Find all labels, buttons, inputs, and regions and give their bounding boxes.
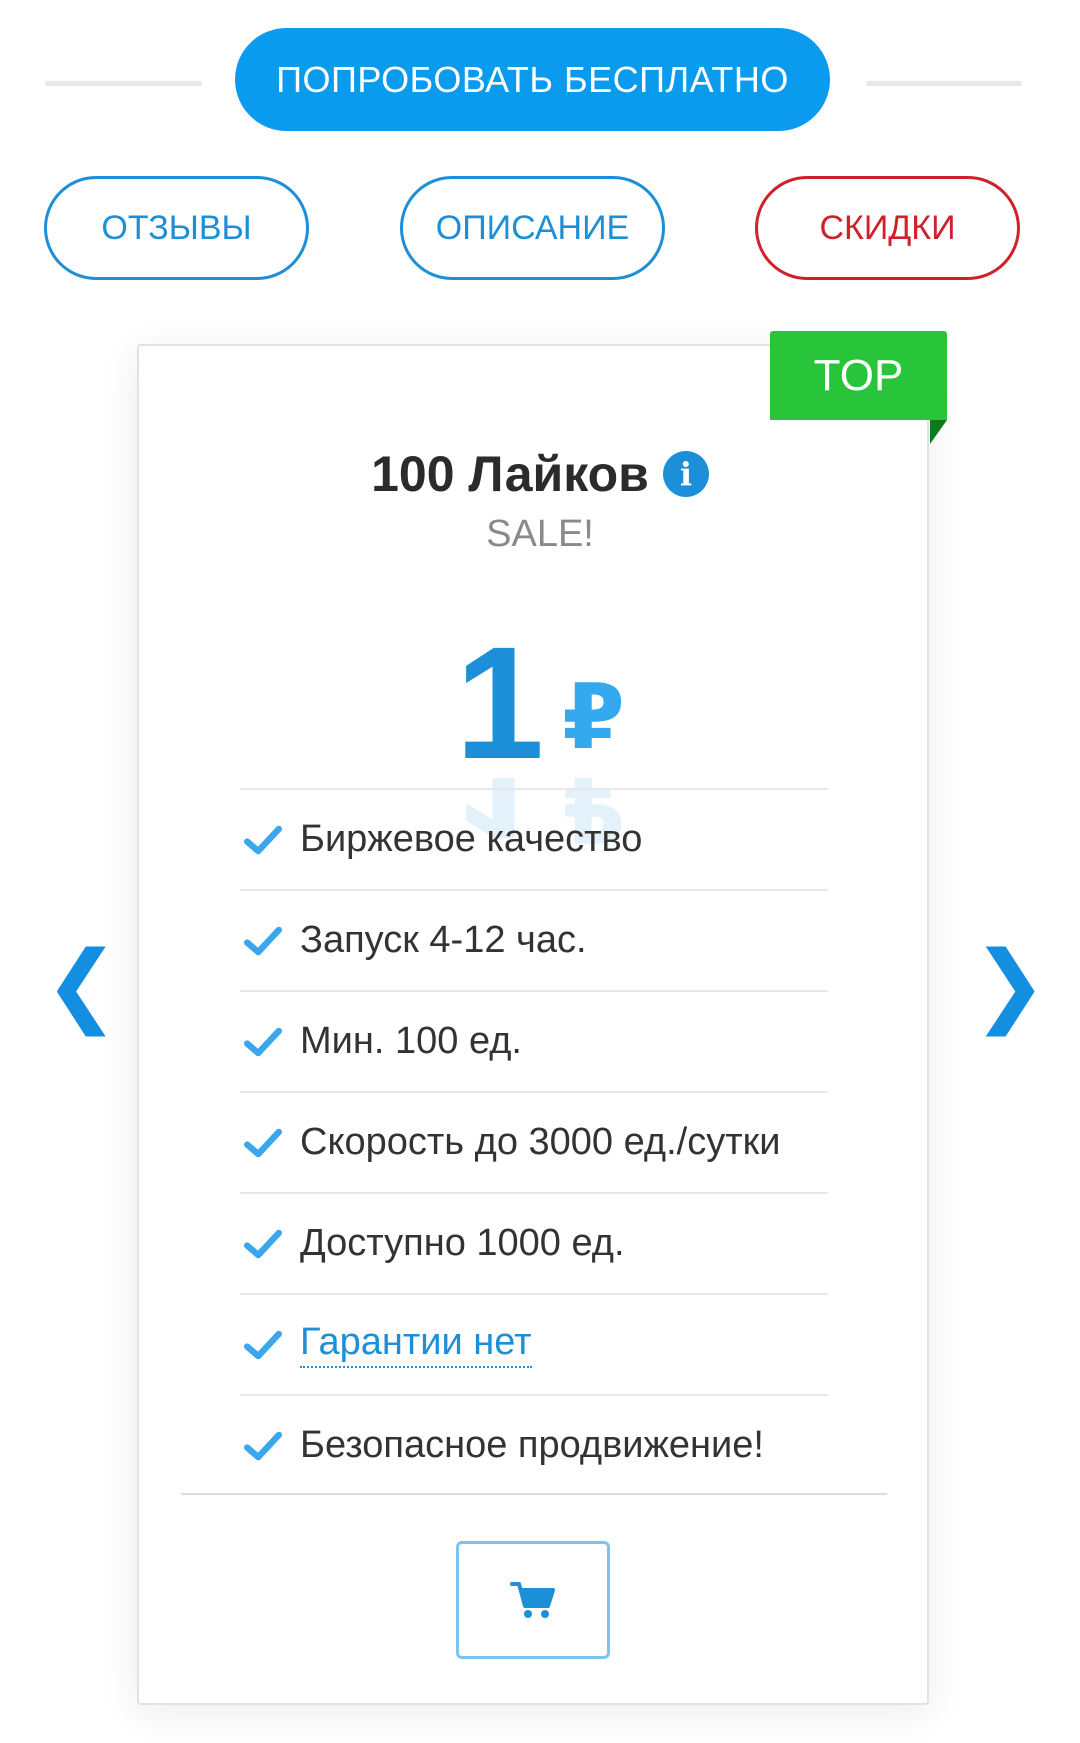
feature-text: Доступно 1000 ед. <box>300 1222 625 1264</box>
feature-text: Мин. 100 ед. <box>300 1020 522 1062</box>
feature-list: Биржевое качество Запуск 4-12 час. Мин. … <box>240 788 828 1495</box>
price-value: 1 <box>455 613 545 792</box>
cart-icon <box>510 1582 555 1618</box>
checkmark-icon <box>244 1330 282 1359</box>
card-header: 100 Лайков i <box>0 445 1080 503</box>
list-item: Биржевое качество <box>240 788 828 889</box>
currency-symbol: ₽ <box>562 668 625 768</box>
divider-left <box>45 81 202 86</box>
feature-text: Биржевое качество <box>300 818 643 860</box>
checkmark-icon <box>244 825 282 854</box>
card-divider <box>181 1493 887 1495</box>
feature-text: Безопасное продвижение! <box>300 1424 764 1466</box>
top-badge: TOP <box>770 331 947 420</box>
list-item: Мин. 100 ед. <box>240 990 828 1091</box>
ribbon-fold <box>930 420 947 444</box>
list-item: Скорость до 3000 ед./сутки <box>240 1091 828 1192</box>
discounts-button[interactable]: СКИДКИ <box>755 176 1020 280</box>
checkmark-icon <box>244 1128 282 1157</box>
divider-right <box>866 81 1022 86</box>
price: 1 ₽ 1 ₽ <box>0 578 1080 859</box>
reviews-button[interactable]: ОТЗЫВЫ <box>44 176 309 280</box>
checkmark-icon <box>244 1027 282 1056</box>
try-free-button[interactable]: ПОПРОБОВАТЬ БЕСПЛАТНО <box>235 28 830 131</box>
chevron-right-icon[interactable]: ❯ <box>972 940 1047 1030</box>
description-button[interactable]: ОПИСАНИЕ <box>400 176 665 280</box>
sale-label: SALE! <box>486 513 594 555</box>
checkmark-icon <box>244 1229 282 1258</box>
list-item: Запуск 4-12 час. <box>240 889 828 990</box>
page: ПОПРОБОВАТЬ БЕСПЛАТНО ОТЗЫВЫ ОПИСАНИЕ СК… <box>0 0 1080 1743</box>
guarantee-link[interactable]: Гарантии нет <box>300 1321 532 1368</box>
feature-text: Запуск 4-12 час. <box>300 919 587 961</box>
card-title: 100 Лайков <box>371 446 649 502</box>
checkmark-icon <box>244 926 282 955</box>
feature-text: Скорость до 3000 ед./сутки <box>300 1121 781 1163</box>
chevron-left-icon[interactable]: ❮ <box>44 940 119 1030</box>
list-item: Гарантии нет <box>240 1293 828 1394</box>
checkmark-icon <box>244 1431 282 1460</box>
list-item: Доступно 1000 ед. <box>240 1192 828 1293</box>
list-item: Безопасное продвижение! <box>240 1394 828 1495</box>
add-to-cart-button[interactable] <box>456 1541 610 1659</box>
info-icon[interactable]: i <box>662 451 709 497</box>
